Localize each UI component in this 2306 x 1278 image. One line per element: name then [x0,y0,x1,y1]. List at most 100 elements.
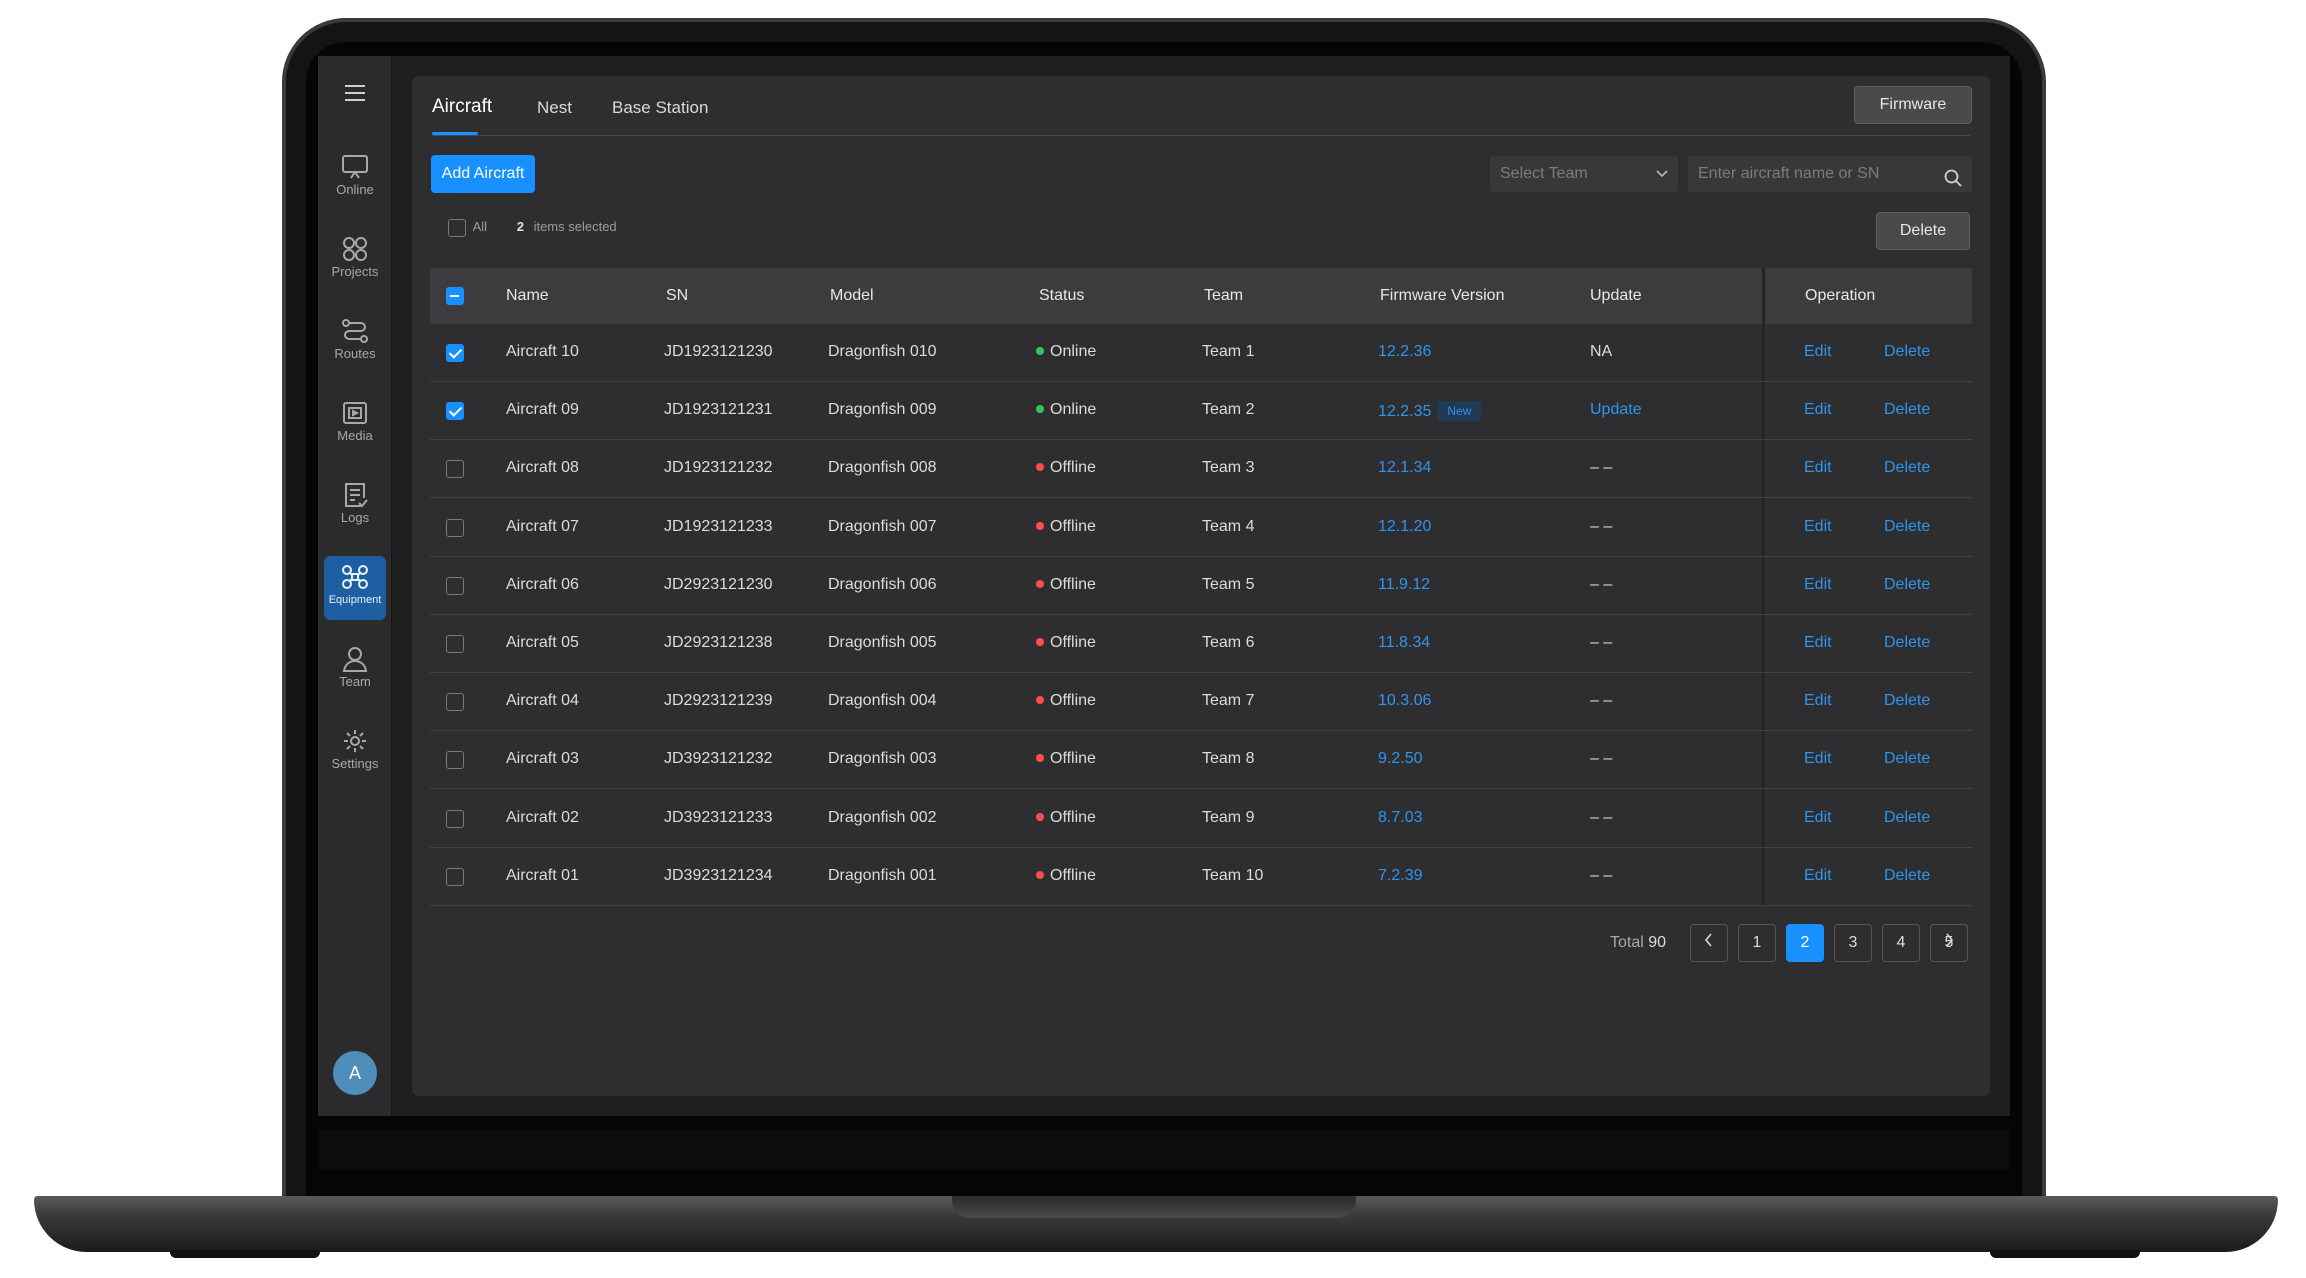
delete-link[interactable]: Delete [1884,518,1930,536]
row-checkbox[interactable] [446,402,464,421]
delete-link[interactable]: Delete [1884,809,1930,827]
sidebar-item-equipment[interactable]: Equipment [324,556,386,620]
firmware-version-link[interactable]: 7.2.39 [1378,867,1422,884]
chevron-right-icon[interactable] [1930,924,1968,962]
page-button[interactable]: 2 [1786,924,1824,962]
status-dot [1036,812,1044,821]
select-all-checkbox[interactable] [448,219,466,237]
update-link[interactable]: Update [1590,401,1642,419]
row-checkbox[interactable] [446,751,464,770]
hamburger-icon[interactable] [337,76,373,110]
avatar[interactable]: A [333,1051,377,1095]
firmware-version-link[interactable]: 12.2.35 [1378,403,1431,420]
edit-link[interactable]: Edit [1804,809,1832,827]
row-checkbox[interactable] [446,576,464,595]
delete-link[interactable]: Delete [1884,634,1930,652]
firmware-version-link[interactable]: 12.1.34 [1378,459,1431,476]
column-header-sn[interactable]: SN [666,287,688,305]
column-header-firmware[interactable]: Firmware Version [1380,287,1504,305]
delete-link[interactable]: Delete [1884,867,1930,885]
cell-sn: JD1923121232 [664,459,773,477]
sidebar-item-label: Equipment [328,594,382,606]
column-header-model[interactable]: Model [830,287,874,305]
column-header-name[interactable]: Name [506,287,549,305]
firmware-version-link[interactable]: 12.1.20 [1378,518,1431,535]
edit-link[interactable]: Edit [1804,692,1832,710]
sidebar-item-projects[interactable]: Projects [324,228,386,292]
page-button[interactable]: 4 [1882,924,1920,962]
operation-header-cell: Operation [1762,268,1972,324]
delete-link[interactable]: Delete [1884,459,1930,477]
log-icon [345,483,368,508]
sidebar-item-label: Logs [340,510,370,525]
row-checkbox[interactable] [446,867,464,886]
sidebar-item-routes[interactable]: Routes [324,310,386,374]
chevron-left-icon[interactable] [1690,924,1728,962]
table-row[interactable]: Aircraft 04 JD2923121239 Dragonfish 004 Off… [430,673,1972,732]
table-row[interactable]: Aircraft 06 JD2923121230 Dragonfish 006 Off… [430,557,1972,615]
sidebar-item-online[interactable]: Online [324,146,386,210]
firmware-version-link[interactable]: 12.2.36 [1378,343,1431,360]
table-row[interactable]: Aircraft 02 JD3923121233 Dragonfish 002 Off… [430,790,1972,848]
firmware-version-link[interactable]: 11.9.12 [1378,576,1430,593]
delete-link[interactable]: Delete [1884,750,1930,768]
cell-update: NA [1590,343,1613,360]
sidebar-item-media[interactable]: Media [324,392,386,456]
row-checkbox[interactable] [446,693,464,712]
cell-model: Dragonfish 003 [828,750,937,768]
firmware-version-link[interactable]: 11.8.34 [1378,634,1430,651]
status-text: Offline [1050,692,1096,710]
sidebar-item-team[interactable]: Team [324,638,386,702]
tab-nest[interactable]: Nest [537,98,572,118]
column-header-status[interactable]: Status [1039,287,1084,305]
firmware-version-link[interactable]: 10.3.06 [1378,692,1431,709]
page-button[interactable]: 1 [1738,924,1776,962]
firmware-version-link[interactable]: 8.7.03 [1378,809,1422,826]
row-checkbox[interactable] [446,635,464,653]
delete-link[interactable]: Delete [1884,576,1930,594]
column-header-team[interactable]: Team [1204,287,1243,305]
search-input[interactable]: Enter aircraft name or SN [1688,156,1972,192]
cell-update: – – [1590,866,1613,884]
table-row[interactable]: Aircraft 09 JD1923121231 Dragonfish 009 Onl… [430,382,1972,441]
table-row[interactable]: Aircraft 08 JD1923121232 Dragonfish 008 Off… [430,440,1972,499]
column-header-update[interactable]: Update [1590,287,1642,305]
edit-link[interactable]: Edit [1804,343,1832,361]
row-checkbox[interactable] [446,344,464,362]
delete-link[interactable]: Delete [1884,401,1930,419]
firmware-version-link[interactable]: 9.2.50 [1378,750,1422,767]
sidebar-item-logs[interactable]: Logs [324,474,386,538]
table-row[interactable]: Aircraft 07 JD1923121233 Dragonfish 007 Off… [430,499,1972,557]
search-icon[interactable] [1944,165,1962,201]
edit-link[interactable]: Edit [1804,459,1832,477]
delete-link[interactable]: Delete [1884,343,1930,361]
row-checkbox[interactable] [446,518,464,537]
edit-link[interactable]: Edit [1804,401,1832,419]
table-row[interactable]: Aircraft 01 JD3923121234 Dragonfish 001 Off… [430,848,1972,906]
firmware-button[interactable]: Firmware [1854,86,1972,124]
selected-suffix: items selected [533,219,617,235]
page-button[interactable]: 3 [1834,924,1872,962]
tabs-divider [432,135,1970,136]
edit-link[interactable]: Edit [1804,867,1832,885]
table-row[interactable]: Aircraft 10 JD1923121230 Dragonfish 010 Onl… [430,324,1972,382]
add-aircraft-button[interactable]: Add Aircraft [431,155,535,193]
cell-sn: JD1923121231 [664,401,773,419]
header-checkbox[interactable] [446,287,464,305]
delete-link[interactable]: Delete [1884,692,1930,710]
sidebar-item-settings[interactable]: Settings [324,720,386,784]
bulk-delete-button[interactable]: Delete [1876,212,1970,250]
row-checkbox[interactable] [446,460,464,479]
tab-base-station[interactable]: Base Station [612,98,708,118]
cell-sn: JD1923121230 [664,343,773,360]
gear-icon [344,730,366,752]
edit-link[interactable]: Edit [1804,634,1832,652]
table-row[interactable]: Aircraft 03 JD3923121232 Dragonfish 003 Off… [430,731,1972,790]
edit-link[interactable]: Edit [1804,518,1832,536]
tab-aircraft[interactable]: Aircraft [432,96,492,118]
edit-link[interactable]: Edit [1804,750,1832,768]
team-select[interactable]: Select Team [1490,156,1678,192]
row-checkbox[interactable] [446,809,464,828]
edit-link[interactable]: Edit [1804,576,1832,594]
table-row[interactable]: Aircraft 05 JD2923121238 Dragonfish 005 Off… [430,615,1972,673]
